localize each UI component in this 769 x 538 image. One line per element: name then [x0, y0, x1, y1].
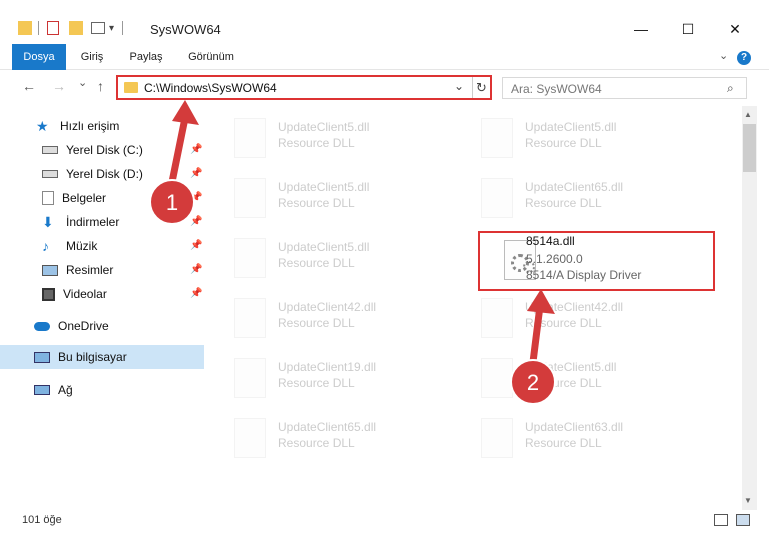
callout-arrow-2 [527, 289, 555, 366]
callout-badge-2: 2 [510, 359, 556, 405]
callout-arrow-1 [168, 100, 199, 186]
callout-badge-1: 1 [149, 179, 195, 225]
callout-number: 1 [166, 190, 178, 215]
callout-number: 2 [527, 370, 539, 395]
callout-overlay: 1 2 [149, 100, 556, 405]
